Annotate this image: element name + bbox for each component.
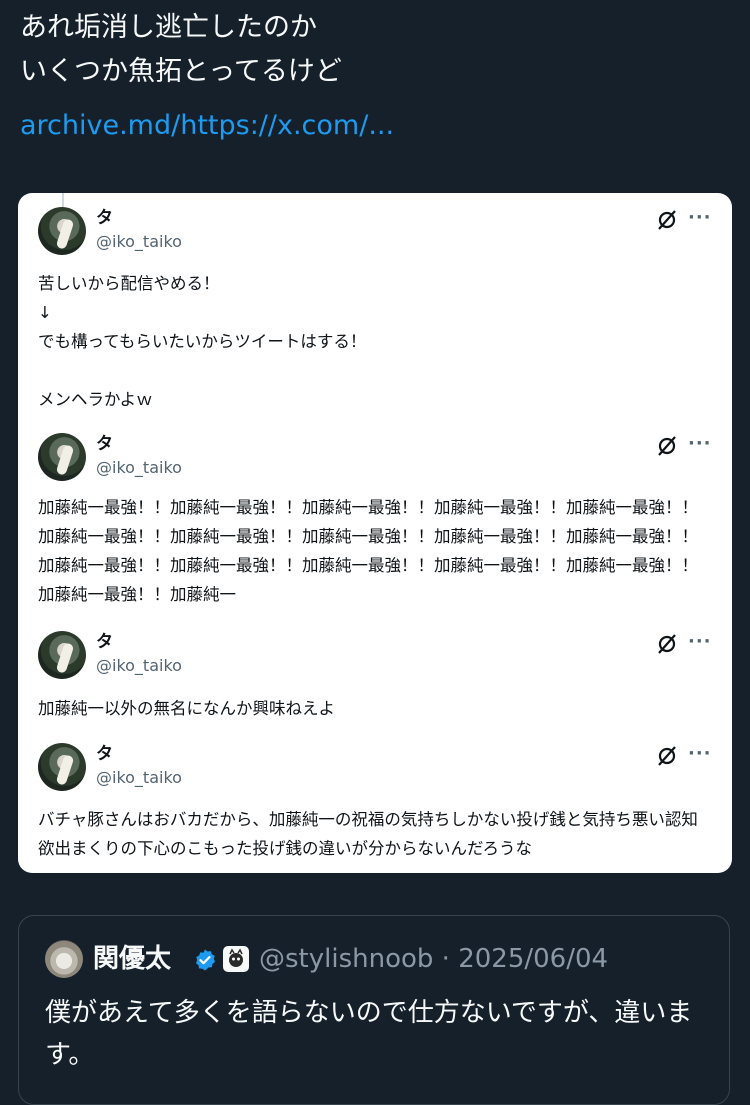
- tweet-text-line: ↓: [38, 303, 52, 322]
- verified-badge-icon: [196, 949, 215, 971]
- tweet-author-name: タ: [96, 632, 113, 652]
- tweet-author-handle: @iko_taiko: [96, 232, 182, 251]
- tweet-author-handle: @iko_taiko: [96, 458, 182, 477]
- post-text: あれ垢消し逃亡したのか いくつか魚拓とってるけど archive.md/http…: [20, 6, 730, 146]
- avatar: [38, 433, 86, 481]
- tweet-text-line: [38, 356, 714, 385]
- tweet-author-name: タ: [96, 744, 113, 764]
- tweet-author-handle: @iko_taiko: [96, 768, 182, 787]
- more-icon: ···: [688, 631, 712, 652]
- quote-handle-date: @stylishnoob · 2025/06/04: [259, 944, 609, 974]
- tweet-author-name: タ: [96, 208, 113, 228]
- tweet-text-line: メンヘラかよｗ: [38, 390, 153, 409]
- affiliate-badge-icon: [223, 946, 249, 972]
- post-line: いくつか魚拓とってるけど: [20, 56, 342, 87]
- quoted-post[interactable]: 関優太 @stylishnoob · 2025/06/04 僕があえて多くを語ら…: [18, 915, 730, 1105]
- tweet-text-line: でも構ってもらいたいからツイートはする！: [38, 332, 367, 351]
- attached-screenshot[interactable]: タ @iko_taiko ··· 苦しいから配信やめる！ ↓ でも構ってもらいた…: [18, 193, 732, 873]
- tweet-text: 加藤純一以外の無名になんか興味ねえよ: [38, 699, 335, 718]
- avatar: [38, 743, 86, 791]
- quote-text: 僕があえて多くを語らないので仕方ないですが、違います。: [45, 998, 693, 1070]
- post-line: あれ垢消し逃亡したのか: [20, 12, 317, 43]
- grok-icon: [658, 210, 676, 230]
- avatar[interactable]: [45, 940, 83, 978]
- tweet-text: バチャ豚さんはおバカだから、加藤純一の祝福の気持ちしかない投げ銭と気持ち悪い認知…: [38, 810, 698, 858]
- avatar: [38, 207, 86, 255]
- grok-icon: [658, 634, 676, 654]
- tweet-author-name: タ: [96, 434, 113, 454]
- archive-link[interactable]: archive.md/https://x.com/...: [20, 106, 730, 146]
- more-icon: ···: [688, 207, 712, 228]
- more-icon: ···: [688, 433, 712, 454]
- avatar: [38, 631, 86, 679]
- grok-icon: [658, 746, 676, 766]
- tweet-author-handle: @iko_taiko: [96, 656, 182, 675]
- more-icon: ···: [688, 743, 712, 764]
- quote-author-name[interactable]: 関優太: [93, 942, 171, 976]
- tweet-text: 苦しいから配信やめる！ ↓ でも構ってもらいたいからツイートはする！ メンヘラか…: [38, 269, 714, 414]
- tweet-text-line: 苦しいから配信やめる！: [38, 274, 220, 293]
- grok-icon: [658, 436, 676, 456]
- thread-connector: [62, 193, 64, 207]
- tweet-text: 加藤純一最強！！加藤純一最強！！加藤純一最強！！加藤純一最強！！加藤純一最強！！…: [38, 498, 698, 604]
